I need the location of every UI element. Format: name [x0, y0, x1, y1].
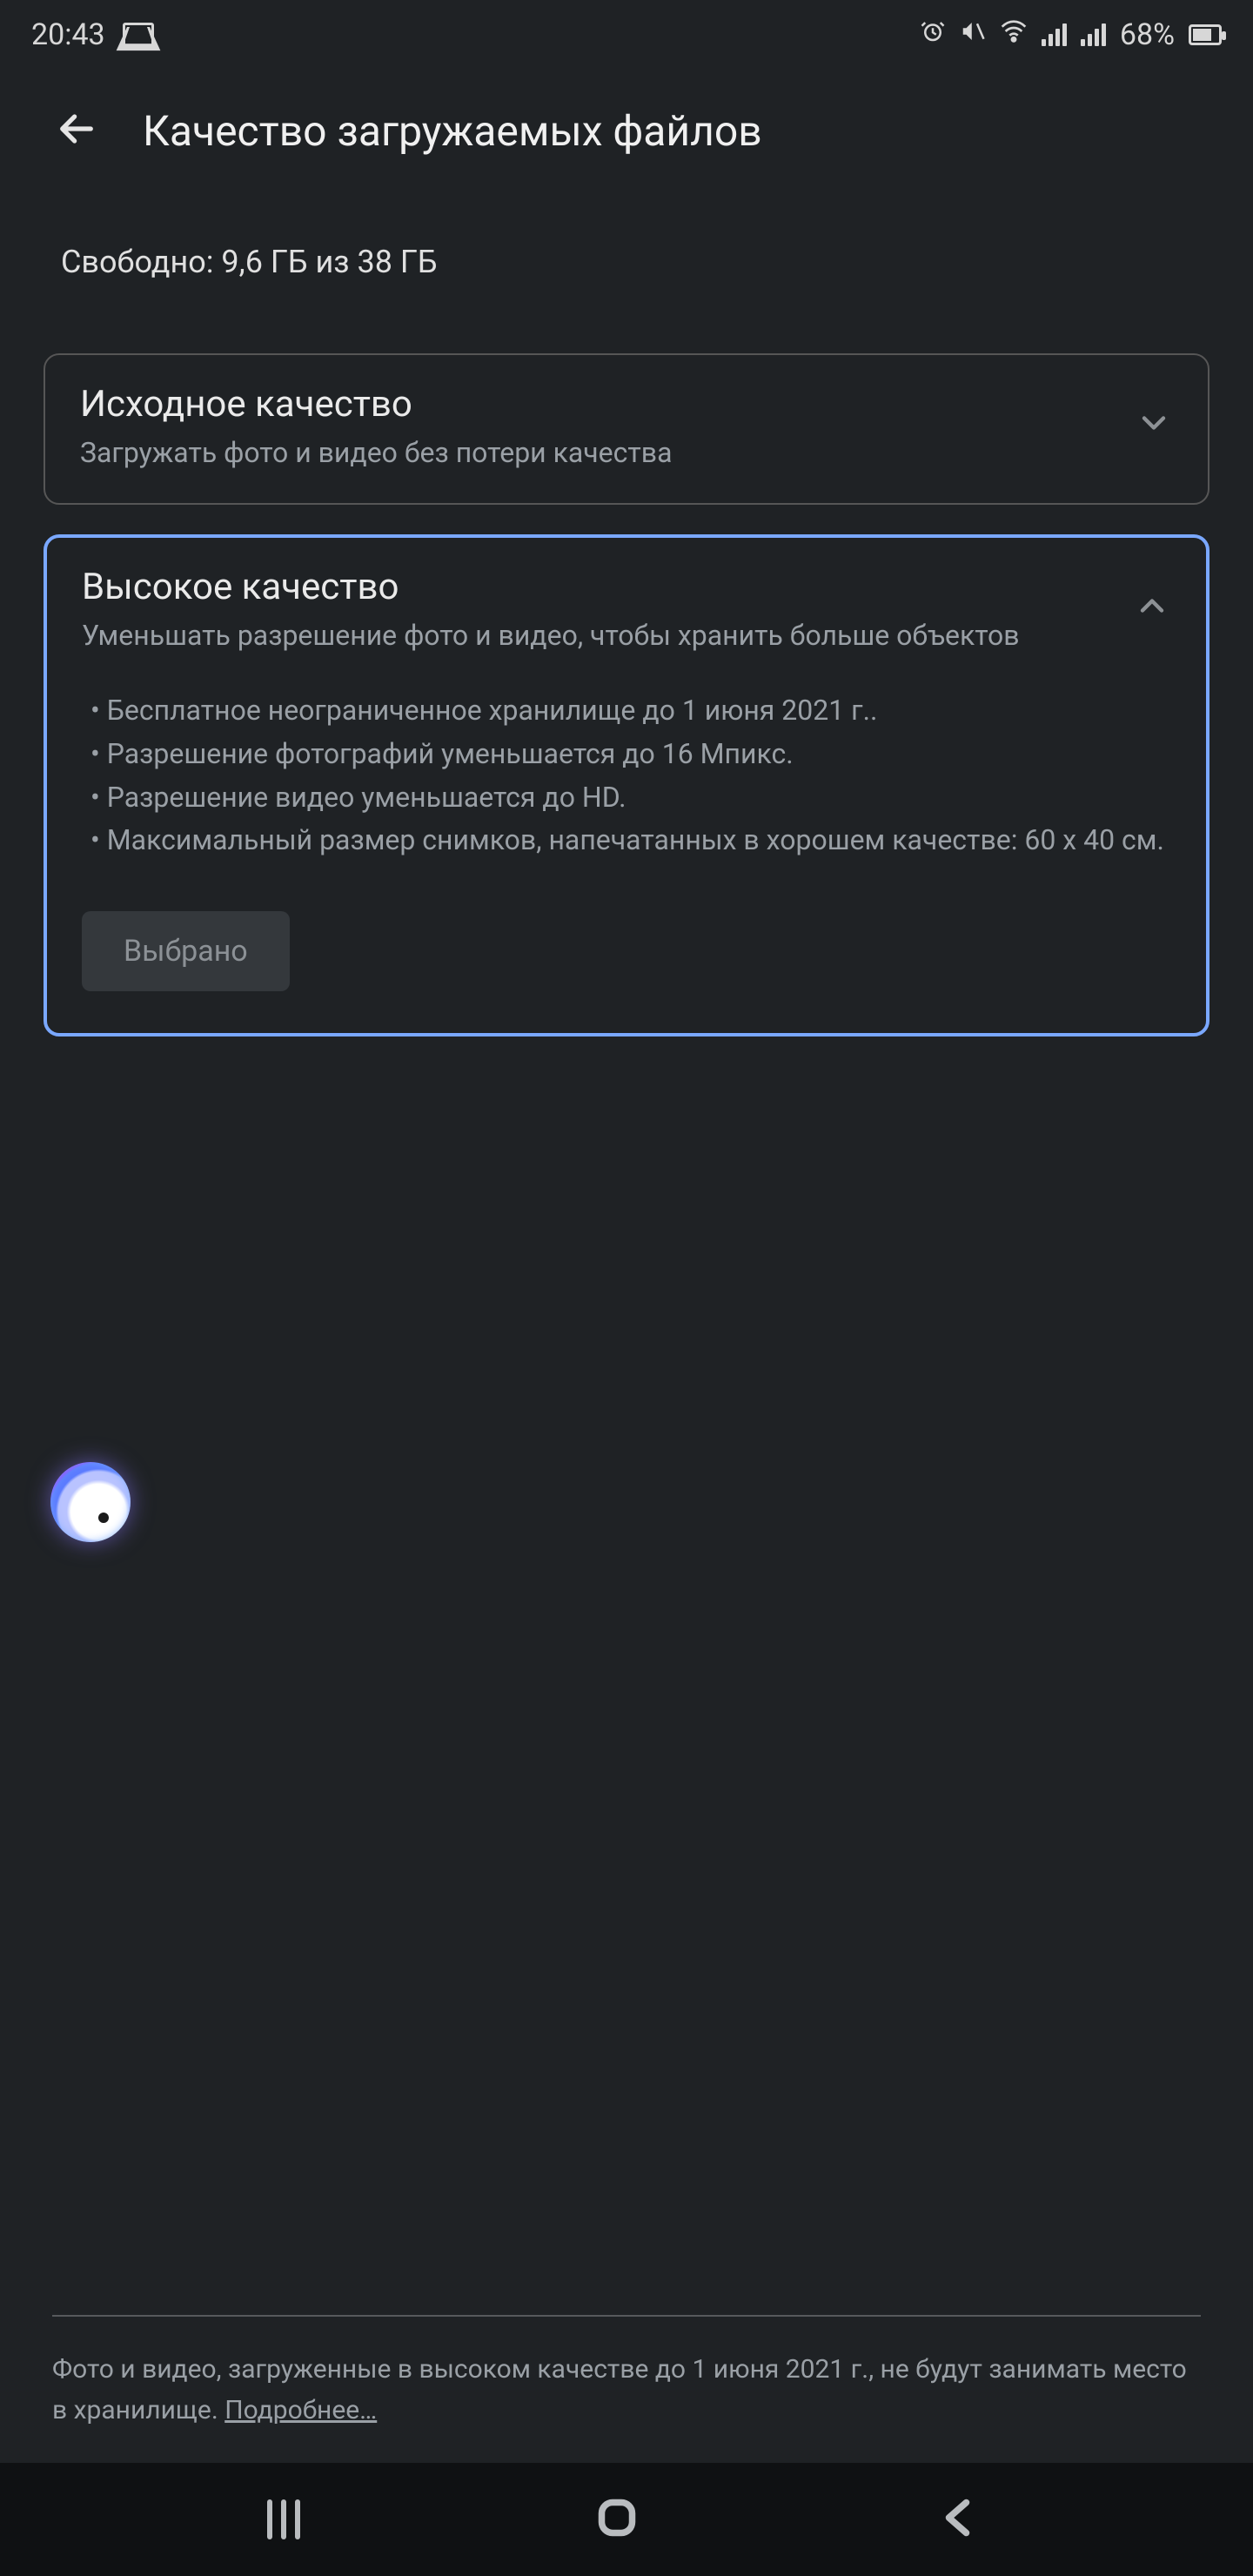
learn-more-link[interactable]: Подробнее…: [224, 2395, 377, 2425]
footer-note: Фото и видео, загруженные в высоком каче…: [52, 2350, 1201, 2431]
battery-percent: 68%: [1120, 17, 1175, 52]
option-high-subtitle: Уменьшать разрешение фото и видео, чтобы…: [82, 617, 1112, 654]
battery-icon: [1189, 24, 1222, 45]
option-original-title: Исходное качество: [80, 383, 1114, 426]
page-title: Качество загружаемых файлов: [143, 106, 762, 156]
footer-text: Фото и видео, загруженные в высоком каче…: [52, 2354, 1187, 2425]
nav-back-icon[interactable]: [934, 2492, 986, 2547]
option-high-quality[interactable]: Высокое качество Уменьшать разрешение фо…: [44, 534, 1209, 1036]
footer-divider: [52, 2315, 1201, 2317]
chevron-up-icon[interactable]: [1133, 587, 1171, 628]
option-high-title: Высокое качество: [82, 566, 1112, 608]
system-nav-bar: [0, 2463, 1253, 2576]
option-high-bullets: • Бесплатное неограниченное хранилище до…: [82, 689, 1171, 862]
nav-recents-icon[interactable]: [267, 2499, 300, 2539]
alarm-icon: [920, 17, 946, 52]
bullet-item: • Разрешение видео уменьшается до HD.: [90, 776, 1171, 820]
signal-1-icon: [1042, 23, 1067, 46]
option-original-quality[interactable]: Исходное качество Загружать фото и видео…: [44, 353, 1209, 505]
chevron-down-icon[interactable]: [1135, 404, 1173, 446]
gmail-icon: [123, 23, 154, 47]
option-original-subtitle: Загружать фото и видео без потери качест…: [80, 434, 1114, 472]
signal-2-icon: [1081, 23, 1106, 46]
vibrate-mute-icon: [960, 17, 986, 52]
storage-free-text: Свободно: 9,6 ГБ из 38 ГБ: [0, 191, 1253, 324]
bullet-item: • Бесплатное неограниченное хранилище до…: [90, 689, 1171, 733]
status-bar: 20:43 68%: [0, 0, 1253, 70]
status-time: 20:43: [31, 17, 105, 52]
back-arrow-icon[interactable]: [52, 104, 101, 157]
bullet-item: • Разрешение фотографий уменьшается до 1…: [90, 733, 1171, 776]
nav-home-icon[interactable]: [591, 2492, 643, 2547]
selected-button: Выбрано: [82, 911, 290, 991]
assistant-orb-icon[interactable]: [50, 1462, 131, 1542]
app-bar: Качество загружаемых файлов: [0, 70, 1253, 191]
wifi-icon: [1000, 17, 1028, 53]
bullet-item: • Максимальный размер снимков, напечатан…: [90, 819, 1171, 862]
